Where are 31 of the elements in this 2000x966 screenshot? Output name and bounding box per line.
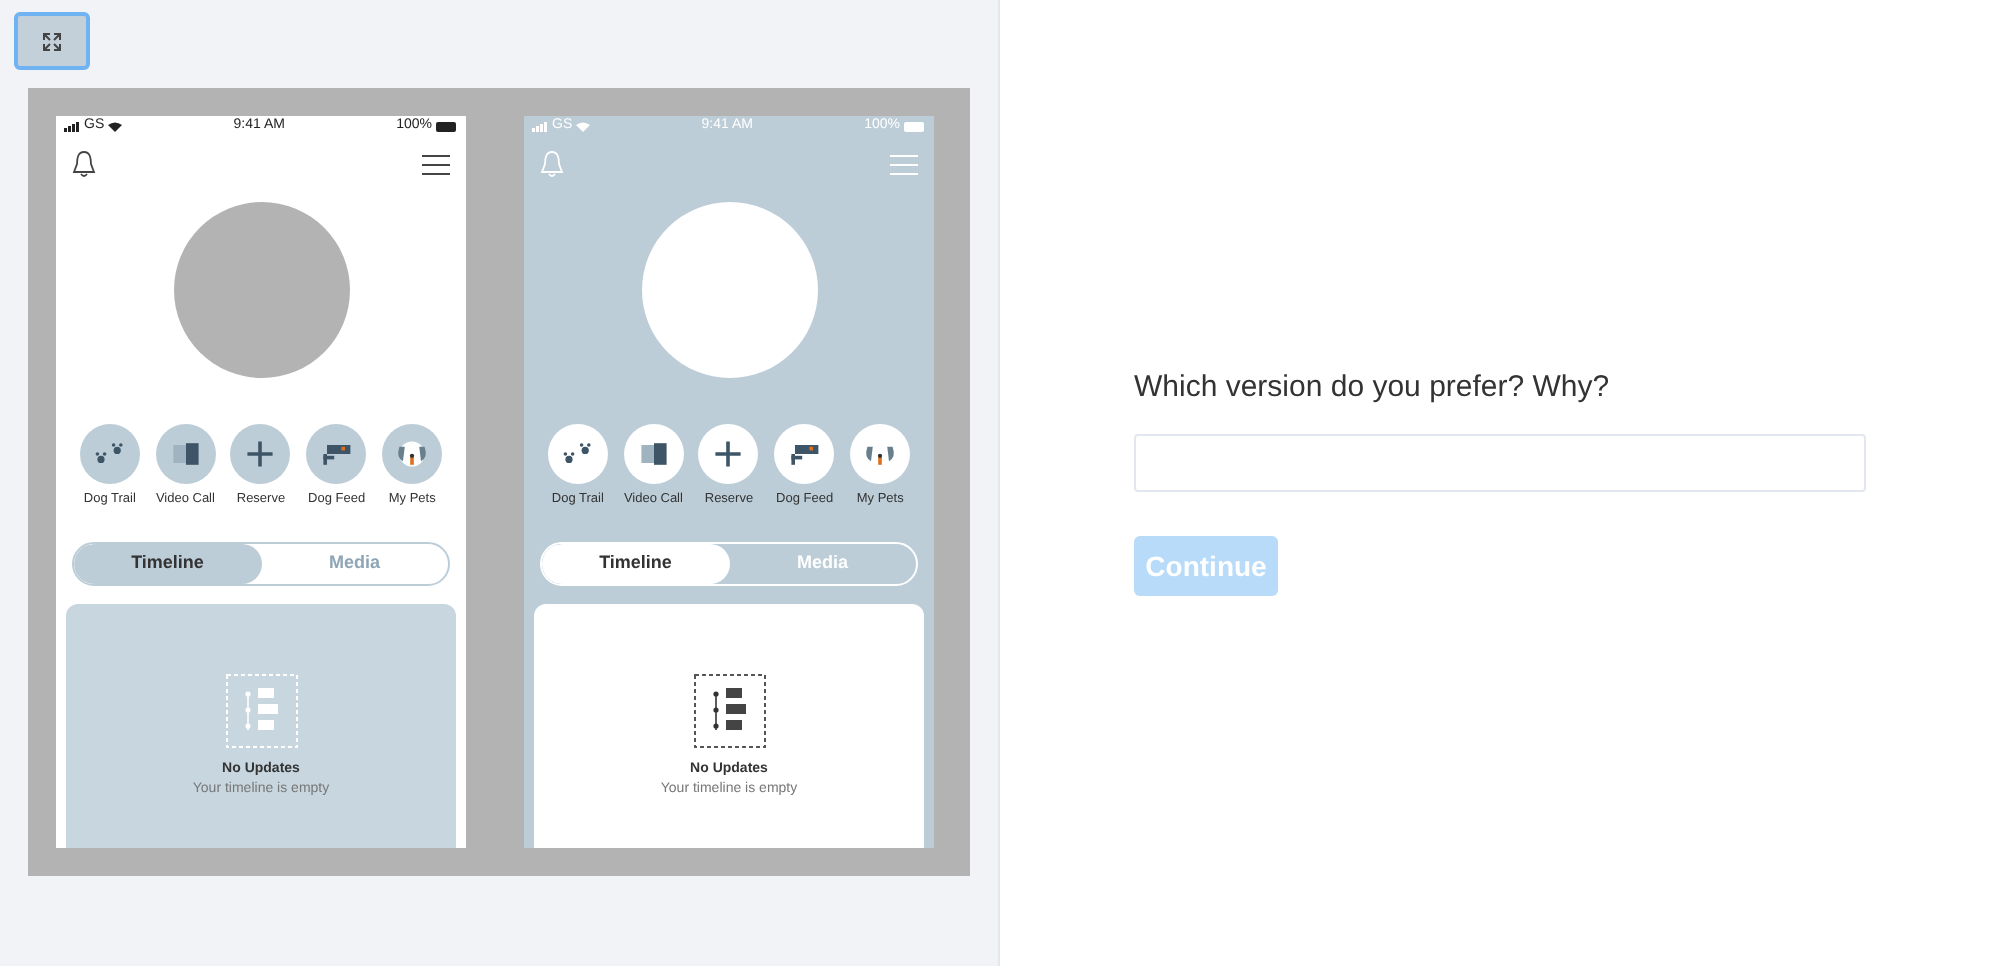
bell-icon[interactable] [72,150,96,178]
shortcut-button[interactable] [547,424,608,484]
wifi-icon [576,122,591,132]
menu-icon[interactable] [422,153,450,175]
plus-icon [710,436,747,472]
shortcut-button[interactable] [79,424,140,484]
battery-icon [436,122,458,132]
segment-tab[interactable]: Timeline [542,543,729,584]
battery-icon [904,122,926,132]
segment-tab[interactable]: Media [729,543,916,584]
timeline-empty-icon [225,673,297,748]
segment-tab[interactable]: Timeline [74,543,261,584]
plus-icon [242,436,279,472]
signal-icon [64,122,80,132]
shortcut-button[interactable] [230,424,291,484]
signal-icon [532,122,548,132]
shortcut-button[interactable] [382,424,443,484]
shortcut-button[interactable] [774,424,835,484]
shortcut-button[interactable] [155,424,216,484]
wifi-icon [108,122,123,132]
fullscreen-button[interactable] [14,12,90,70]
shortcut-button[interactable] [306,424,367,484]
question-text: Which version do you prefer? Why? [1134,368,1612,408]
expand-icon [42,31,62,51]
timeline-empty-icon [693,673,765,748]
shortcut-button[interactable] [850,424,911,484]
shortcut-button[interactable] [698,424,759,484]
answer-field[interactable] [1134,434,1866,492]
shortcut-button[interactable] [623,424,684,484]
segment-tab[interactable]: Media [261,543,448,584]
dog-face-icon [394,436,431,472]
